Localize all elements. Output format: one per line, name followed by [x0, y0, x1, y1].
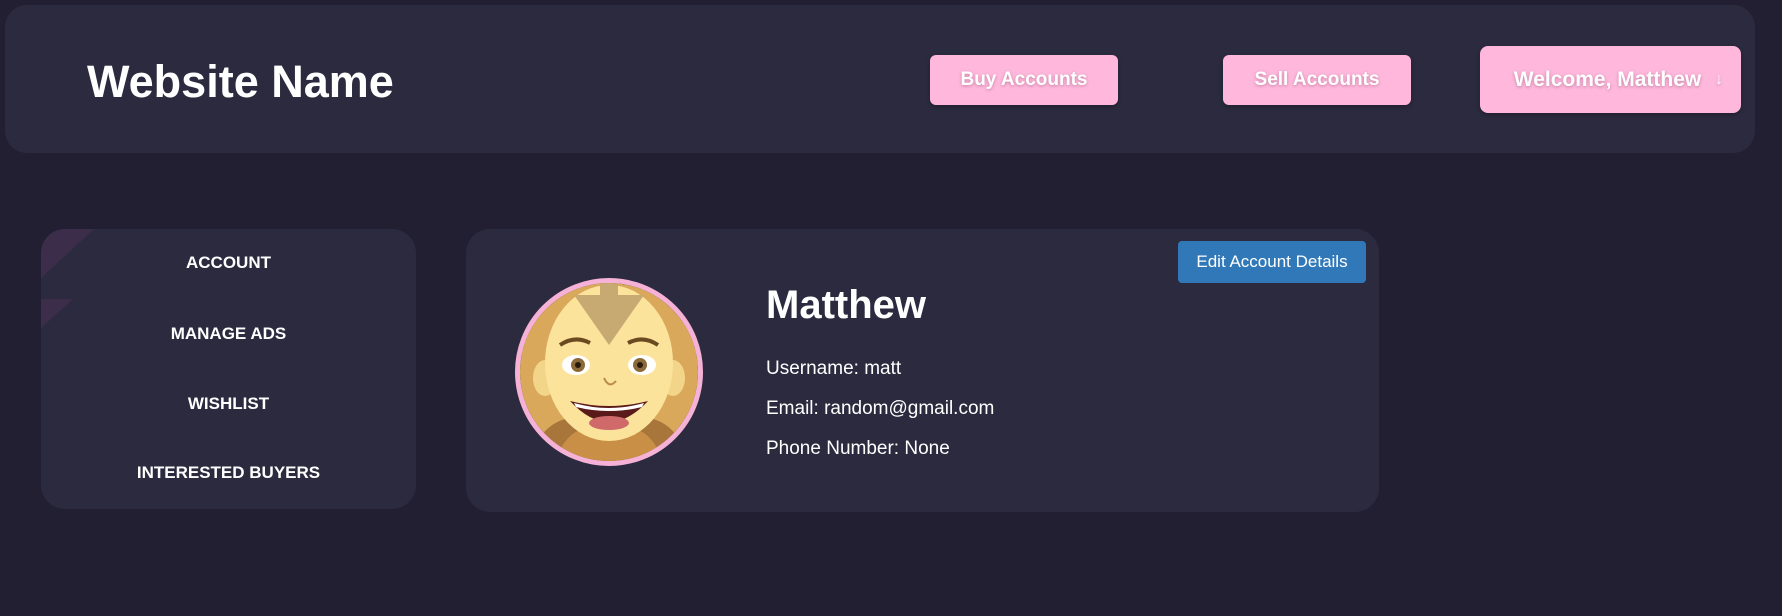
- edit-account-details-button[interactable]: Edit Account Details: [1178, 241, 1366, 283]
- account-sidebar: ACCOUNT MANAGE ADS WISHLIST INTERESTED B…: [41, 229, 416, 509]
- top-header: Website Name Buy Accounts Sell Accounts …: [5, 5, 1755, 153]
- sidebar-item-wishlist[interactable]: WISHLIST: [41, 394, 416, 414]
- phone-text: Phone Number: None: [766, 438, 950, 459]
- sell-accounts-button[interactable]: Sell Accounts: [1223, 55, 1411, 105]
- email-text: Email: random@gmail.com: [766, 398, 995, 419]
- buy-accounts-button[interactable]: Buy Accounts: [930, 55, 1118, 105]
- avatar: [515, 278, 703, 466]
- site-title: Website Name: [87, 56, 394, 107]
- sidebar-item-account[interactable]: ACCOUNT: [41, 253, 416, 273]
- sidebar-item-manage-ads[interactable]: MANAGE ADS: [41, 324, 416, 344]
- username-text: Username: matt: [766, 358, 902, 379]
- profile-card: Edit Account Details Matthew Username: m…: [466, 229, 1379, 512]
- arrow-down-icon: ↓: [1715, 70, 1723, 88]
- welcome-user-dropdown[interactable]: Welcome, Matthew ↓: [1480, 46, 1741, 113]
- welcome-label: Welcome, Matthew: [1513, 67, 1702, 91]
- avatar-illustration: [520, 283, 698, 461]
- profile-name: Matthew: [766, 283, 926, 327]
- sidebar-item-interested-buyers[interactable]: INTERESTED BUYERS: [41, 463, 416, 483]
